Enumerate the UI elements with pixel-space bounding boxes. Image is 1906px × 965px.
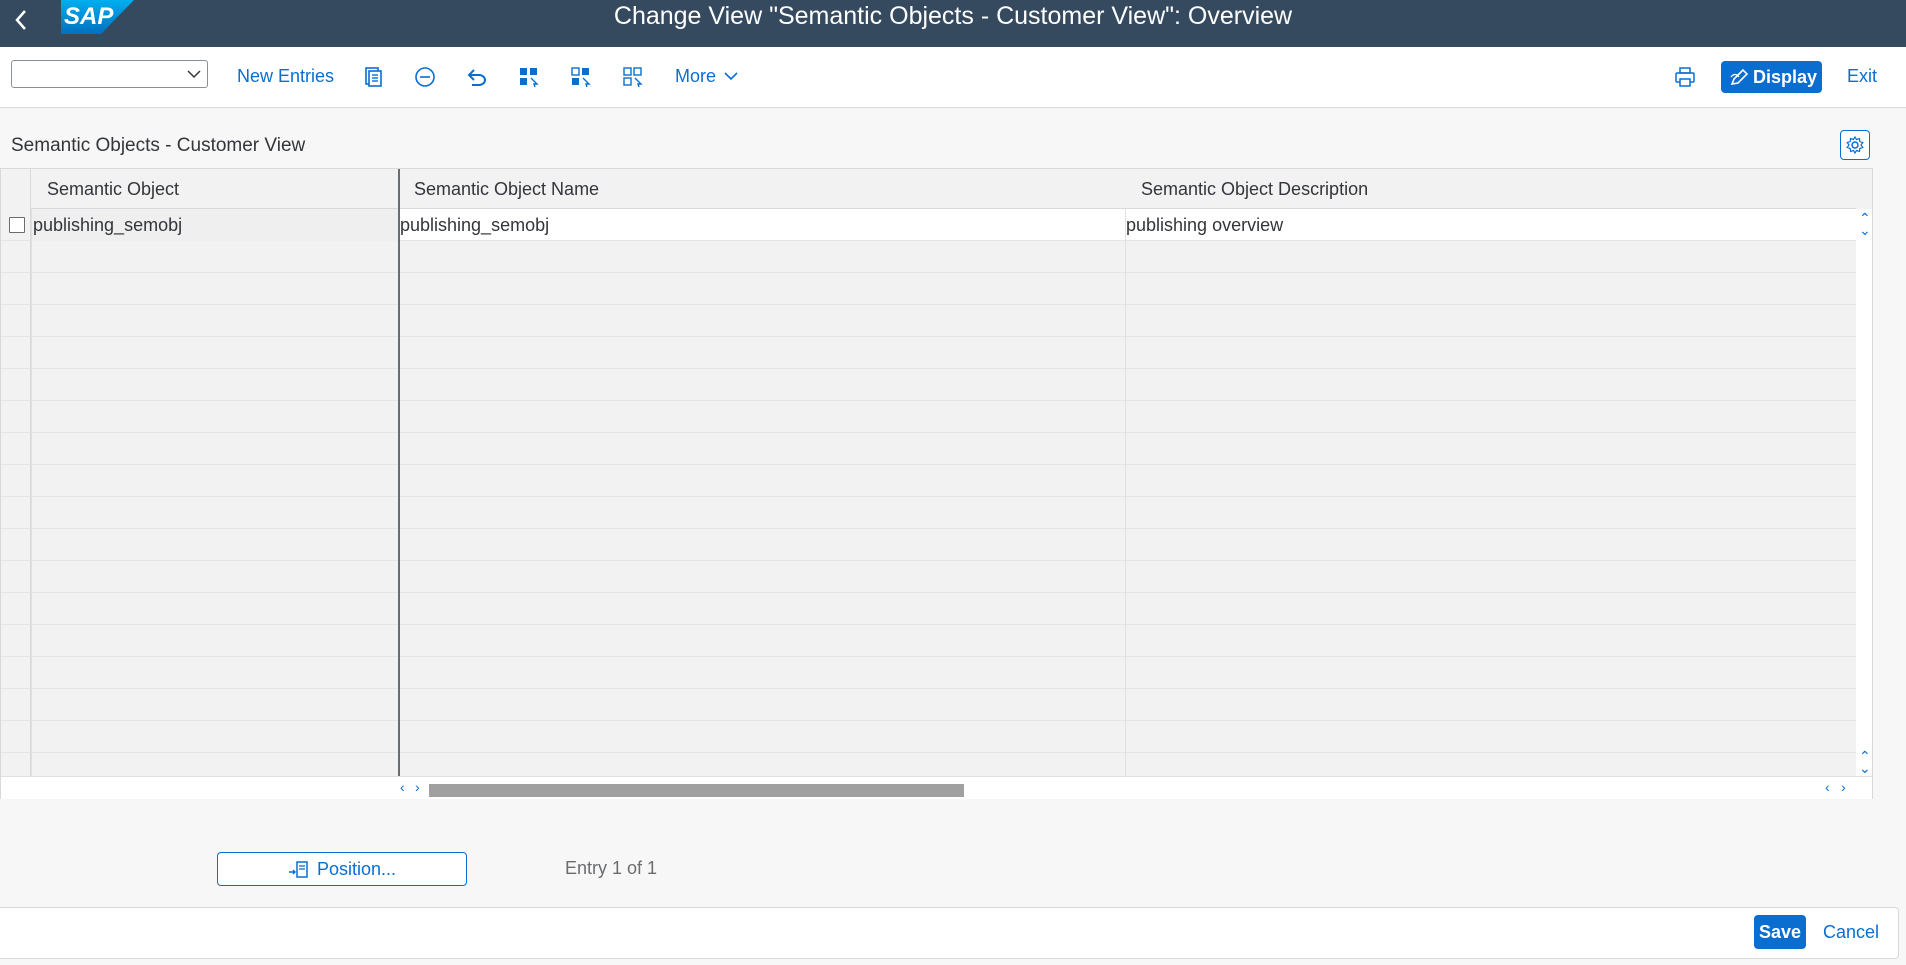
copy-icon[interactable] <box>361 65 385 89</box>
scroll-down-icon[interactable]: ⌄ <box>1859 223 1871 237</box>
row-select-checkbox[interactable] <box>9 217 25 233</box>
scroll-left-icon[interactable]: ‹ <box>400 780 405 794</box>
scrollbar-thumb[interactable] <box>429 784 964 797</box>
column-header-semantic-object-name[interactable]: Semantic Object Name <box>400 169 1125 209</box>
table-row-empty <box>1 657 1856 689</box>
print-icon[interactable] <box>1673 65 1697 89</box>
deselect-all-icon[interactable] <box>621 65 645 89</box>
table-row-empty <box>1 241 1856 273</box>
display-label: Display <box>1753 67 1818 87</box>
table-row-empty <box>1 529 1856 561</box>
exit-button[interactable]: Exit <box>1847 66 1877 86</box>
more-menu[interactable]: More <box>675 66 739 86</box>
cell-semantic-object-name[interactable]: publishing_semobj <box>400 209 549 241</box>
horizontal-scrollbar[interactable]: ‹ › ‹ › <box>1 776 1872 799</box>
table-settings-button[interactable] <box>1840 130 1870 160</box>
footer-bar: Save Cancel <box>0 907 1899 959</box>
select-block-icon[interactable] <box>569 65 593 89</box>
chevron-down-icon <box>724 72 738 81</box>
select-all-icon[interactable] <box>517 65 541 89</box>
display-change-icon <box>1730 68 1749 86</box>
table-row-empty <box>1 369 1856 401</box>
more-label: More <box>675 66 717 86</box>
vertical-scrollbar[interactable]: ⌃ ⌄ ⌃ ⌄ <box>1856 209 1872 776</box>
entry-counter: Entry 1 of 1 <box>565 858 658 878</box>
table-row-empty <box>1 273 1856 305</box>
new-entries-button[interactable]: New Entries <box>237 66 334 86</box>
column-divider <box>1125 209 1126 776</box>
table-row-empty <box>1 561 1856 593</box>
cell-semantic-object[interactable]: publishing_semobj <box>33 209 182 241</box>
table-row-empty <box>1 337 1856 369</box>
table-row-empty <box>1 593 1856 625</box>
column-divider <box>31 209 32 776</box>
column-header-semantic-object-description[interactable]: Semantic Object Description <box>1125 169 1856 209</box>
scroll-right-icon[interactable]: › <box>415 780 420 794</box>
scroll-down-icon[interactable]: ⌄ <box>1859 761 1871 775</box>
delete-icon[interactable] <box>413 65 437 89</box>
table-row-empty <box>1 625 1856 657</box>
toolbar: New Entries More Display Exit <box>0 47 1906 108</box>
scroll-right-icon[interactable]: › <box>1841 780 1846 794</box>
command-field[interactable] <box>11 60 208 88</box>
cancel-button[interactable]: Cancel <box>1823 922 1879 943</box>
shell-header: SAP Change View "Semantic Objects - Cust… <box>0 0 1906 47</box>
position-button[interactable]: Position... <box>217 852 467 886</box>
position-label: Position... <box>316 859 397 879</box>
cell-semantic-object-description[interactable]: publishing overview <box>1126 209 1283 241</box>
fixed-column-divider <box>398 169 400 776</box>
data-table: Semantic Object Semantic Object Name Sem… <box>0 168 1873 799</box>
gear-icon <box>1846 136 1864 154</box>
column-header-semantic-object[interactable]: Semantic Object <box>31 169 399 209</box>
chevron-down-icon[interactable] <box>185 65 203 83</box>
scroll-left-icon[interactable]: ‹ <box>1825 780 1830 794</box>
table-row-empty <box>1 305 1856 337</box>
table-row-empty <box>1 721 1856 753</box>
table-row-empty <box>1 465 1856 497</box>
table-row-empty <box>1 689 1856 721</box>
undo-icon[interactable] <box>465 65 489 89</box>
display-button[interactable]: Display <box>1721 61 1822 93</box>
save-button[interactable]: Save <box>1754 915 1806 949</box>
table-row-empty <box>1 497 1856 529</box>
section-title: Semantic Objects - Customer View <box>11 135 306 156</box>
table-row-empty <box>1 401 1856 433</box>
page-title: Change View "Semantic Objects - Customer… <box>613 2 1293 30</box>
position-icon <box>288 861 308 878</box>
table-row-empty <box>1 433 1856 465</box>
